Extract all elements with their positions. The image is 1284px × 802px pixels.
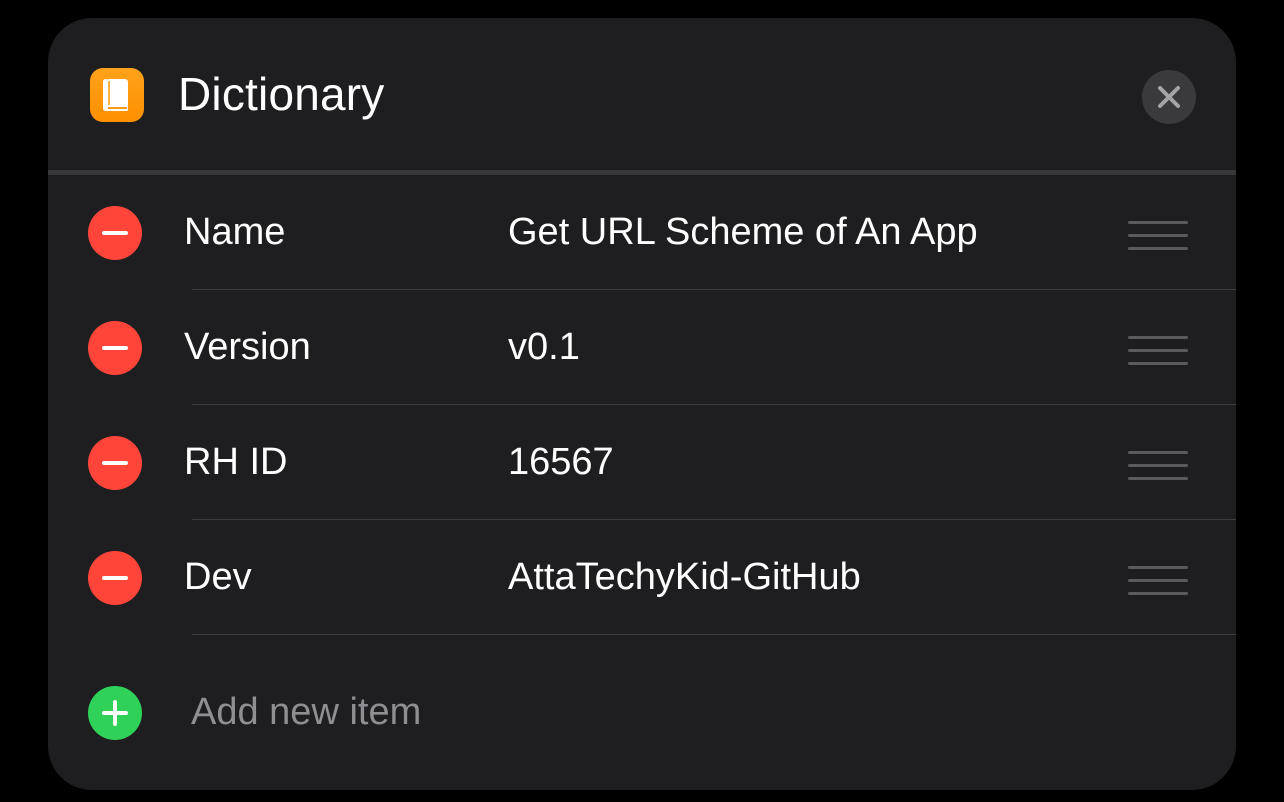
add-new-item-button[interactable]: Add new item [48, 635, 1236, 789]
item-key[interactable]: Name [184, 207, 285, 257]
dictionary-row: Name Get URL Scheme of An App [48, 175, 1236, 290]
item-value[interactable]: v0.1 [508, 322, 580, 372]
item-value[interactable]: 16567 [508, 437, 614, 487]
item-key[interactable]: RH ID [184, 437, 287, 487]
dictionary-items: Name Get URL Scheme of An App Version v0… [48, 175, 1236, 789]
remove-item-button[interactable] [88, 321, 142, 375]
drag-handle-icon[interactable] [1128, 566, 1188, 595]
item-key[interactable]: Dev [184, 552, 252, 602]
drag-handle-icon[interactable] [1128, 221, 1188, 250]
drag-handle-icon[interactable] [1128, 336, 1188, 365]
book-icon [90, 68, 144, 122]
item-value[interactable]: Get URL Scheme of An App [508, 207, 978, 257]
close-button[interactable] [1142, 70, 1196, 124]
dictionary-row: Version v0.1 [48, 290, 1236, 405]
close-icon [1158, 86, 1180, 108]
remove-item-button[interactable] [88, 551, 142, 605]
item-value[interactable]: AttaTechyKid-GitHub [508, 552, 861, 602]
remove-item-button[interactable] [88, 206, 142, 260]
plus-circle-icon[interactable] [88, 686, 142, 740]
card-header: Dictionary [48, 18, 1236, 170]
drag-handle-icon[interactable] [1128, 451, 1188, 480]
add-new-item-label[interactable]: Add new item [191, 687, 421, 737]
remove-item-button[interactable] [88, 436, 142, 490]
item-key[interactable]: Version [184, 322, 311, 372]
dictionary-card: Dictionary Name Get URL Scheme of An App… [48, 18, 1236, 790]
page-title: Dictionary [178, 68, 385, 120]
dictionary-row: RH ID 16567 [48, 405, 1236, 520]
dictionary-row: Dev AttaTechyKid-GitHub [48, 520, 1236, 635]
